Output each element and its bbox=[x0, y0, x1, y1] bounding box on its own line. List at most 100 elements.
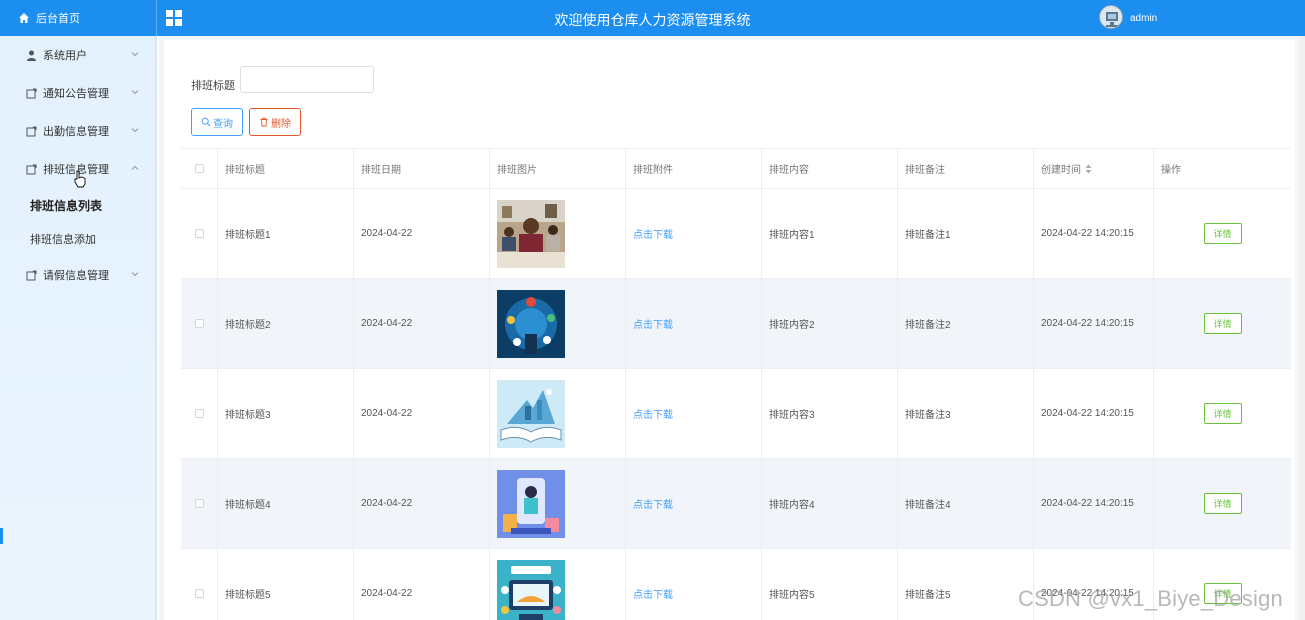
cell-note: 排班备注1 bbox=[898, 189, 1034, 278]
cell-content: 排班内容3 bbox=[762, 369, 898, 458]
query-button[interactable]: 查询 bbox=[191, 108, 243, 136]
select-all-checkbox[interactable] bbox=[194, 164, 204, 173]
column-header-content: 排班内容 bbox=[762, 149, 898, 188]
cell-title: 排班标题4 bbox=[218, 459, 354, 548]
row-checkbox[interactable] bbox=[194, 229, 204, 238]
cell-content: 排班内容4 bbox=[762, 459, 898, 548]
cell-attachment: 点击下载 bbox=[626, 549, 762, 620]
menu-grid-icon[interactable] bbox=[166, 10, 182, 26]
sidebar-subitem-schedule-list[interactable]: 排班信息列表 bbox=[0, 188, 155, 222]
cell-date: 2024-04-22 bbox=[354, 189, 490, 278]
cell-note: 排班备注4 bbox=[898, 459, 1034, 548]
main-area: 排班标题 查询 删除 排班标题 排班日期 排班图片 排班附件 排班内容 排班备注… bbox=[159, 36, 1305, 620]
column-header-created-label: 创建时间 bbox=[1041, 165, 1081, 176]
cell-title: 排班标题2 bbox=[218, 279, 354, 368]
doc-icon bbox=[26, 270, 37, 280]
column-header-action: 操作 bbox=[1161, 165, 1181, 176]
sidebar-item-label: 出勤信息管理 bbox=[43, 126, 109, 138]
sort-icon[interactable] bbox=[1085, 164, 1092, 174]
row-checkbox-cell bbox=[181, 189, 218, 278]
cell-title: 排班标题1 bbox=[218, 189, 354, 278]
delete-label: 删除 bbox=[271, 118, 291, 130]
detail-button[interactable]: 详情 bbox=[1203, 493, 1242, 514]
cell-date: 2024-04-22 bbox=[354, 549, 490, 620]
cell-title: 排班标题5 bbox=[218, 549, 354, 620]
column-header-note: 排班备注 bbox=[898, 149, 1034, 188]
sidebar-item-leave[interactable]: 请假信息管理 bbox=[0, 256, 155, 294]
row-checkbox[interactable] bbox=[194, 589, 204, 598]
chevron-down-icon bbox=[131, 128, 139, 133]
cell-date: 2024-04-22 bbox=[354, 279, 490, 368]
sidebar-item-label: 请假信息管理 bbox=[43, 270, 109, 282]
content-panel: 排班标题 查询 删除 排班标题 排班日期 排班图片 排班附件 排班内容 排班备注… bbox=[164, 40, 1295, 620]
schedule-image-online-class[interactable] bbox=[497, 469, 565, 538]
table-row: 排班标题1 2024-04-22 点击下载 排班内容1 排班备注1 2024-0… bbox=[181, 189, 1291, 279]
cell-content: 排班内容5 bbox=[762, 549, 898, 620]
row-checkbox-cell bbox=[181, 459, 218, 548]
download-link[interactable]: 点击下载 bbox=[633, 226, 673, 241]
download-link[interactable]: 点击下载 bbox=[633, 406, 673, 421]
schedule-image-book[interactable] bbox=[497, 379, 565, 448]
trash-icon bbox=[260, 117, 268, 127]
detail-button[interactable]: 详情 bbox=[1203, 313, 1242, 334]
delete-button[interactable]: 删除 bbox=[249, 108, 301, 136]
sidebar-edge-marker bbox=[0, 528, 3, 544]
sidebar-subitem-schedule-add[interactable]: 排班信息添加 bbox=[0, 222, 155, 256]
schedule-table: 排班标题 排班日期 排班图片 排班附件 排班内容 排班备注 创建时间 操作 排班… bbox=[181, 148, 1291, 620]
vertical-scrollbar[interactable] bbox=[1299, 36, 1305, 620]
cell-image bbox=[490, 279, 626, 368]
cell-attachment: 点击下载 bbox=[626, 459, 762, 548]
cell-attachment: 点击下载 bbox=[626, 189, 762, 278]
home-label: 后台首页 bbox=[36, 13, 80, 25]
home-icon bbox=[19, 13, 29, 23]
chevron-up-icon bbox=[131, 165, 139, 170]
cell-action: 详情 bbox=[1154, 369, 1291, 458]
row-checkbox[interactable] bbox=[194, 319, 204, 328]
detail-button[interactable]: 详情 bbox=[1203, 403, 1242, 424]
row-checkbox[interactable] bbox=[194, 409, 204, 418]
download-link[interactable]: 点击下载 bbox=[633, 316, 673, 331]
cell-action: 详情 bbox=[1154, 189, 1291, 278]
row-checkbox[interactable] bbox=[194, 499, 204, 508]
cell-note: 排班备注2 bbox=[898, 279, 1034, 368]
cell-image bbox=[490, 459, 626, 548]
cell-image bbox=[490, 189, 626, 278]
schedule-image-classroom[interactable] bbox=[497, 199, 565, 268]
chevron-down-icon bbox=[131, 272, 139, 277]
row-checkbox-cell bbox=[181, 279, 218, 368]
search-input[interactable] bbox=[240, 66, 374, 93]
query-label: 查询 bbox=[213, 118, 233, 130]
download-link[interactable]: 点击下载 bbox=[633, 496, 673, 511]
table-header: 排班标题 排班日期 排班图片 排班附件 排班内容 排班备注 创建时间 操作 bbox=[181, 149, 1291, 189]
cell-attachment: 点击下载 bbox=[626, 369, 762, 458]
sidebar-item-attendance[interactable]: 出勤信息管理 bbox=[0, 112, 155, 150]
schedule-image-elearning[interactable] bbox=[497, 559, 565, 620]
column-header-created[interactable]: 创建时间 bbox=[1034, 149, 1154, 188]
username[interactable]: admin bbox=[1130, 13, 1157, 24]
sidebar-item-notice[interactable]: 通知公告管理 bbox=[0, 74, 155, 112]
cell-date: 2024-04-22 bbox=[354, 369, 490, 458]
doc-icon bbox=[26, 88, 37, 98]
sidebar-item-label: 系统用户 bbox=[43, 50, 87, 62]
header-checkbox-cell bbox=[181, 149, 218, 188]
download-link[interactable]: 点击下载 bbox=[633, 586, 673, 601]
column-header-attachment: 排班附件 bbox=[626, 149, 762, 188]
chevron-down-icon bbox=[131, 52, 139, 57]
doc-icon bbox=[26, 164, 37, 174]
row-checkbox-cell bbox=[181, 549, 218, 620]
avatar[interactable] bbox=[1099, 5, 1123, 29]
sidebar: 系统用户 通知公告管理 出勤信息管理 排班信息管理 排班信息列表 排班信息添加 … bbox=[0, 36, 157, 620]
column-header-title: 排班标题 bbox=[218, 149, 354, 188]
cell-created: 2024-04-22 14:20:15 bbox=[1034, 459, 1154, 548]
schedule-image-tech[interactable] bbox=[497, 289, 565, 358]
cell-note: 排班备注5 bbox=[898, 549, 1034, 620]
detail-button[interactable]: 详情 bbox=[1203, 223, 1242, 244]
table-row: 排班标题3 2024-04-22 点击下载 排班内容3 排班备注3 2024-0… bbox=[181, 369, 1291, 459]
cell-created: 2024-04-22 14:20:15 bbox=[1034, 189, 1154, 278]
home-link[interactable]: 后台首页 bbox=[0, 0, 157, 36]
sidebar-item-system-users[interactable]: 系统用户 bbox=[0, 36, 155, 74]
cell-created: 2024-04-22 14:20:15 bbox=[1034, 369, 1154, 458]
sidebar-item-label: 通知公告管理 bbox=[43, 88, 109, 100]
search-icon bbox=[201, 117, 211, 127]
cell-image bbox=[490, 369, 626, 458]
